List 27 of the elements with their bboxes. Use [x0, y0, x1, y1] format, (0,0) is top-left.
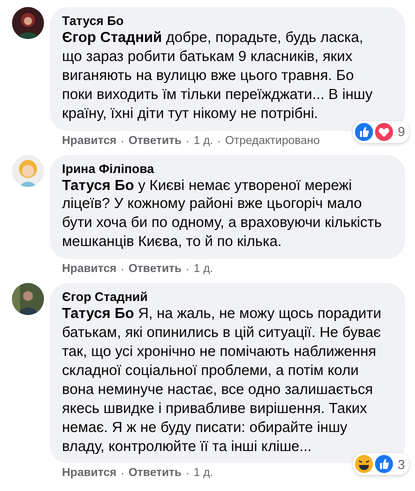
author-name[interactable]: Татуся Бо — [62, 13, 387, 29]
author-name[interactable]: Ірина Філіпова — [62, 160, 387, 177]
reaction-count: 9 — [398, 124, 405, 140]
action-link[interactable]: Ответить — [128, 466, 182, 482]
action-link[interactable]: Ответить — [128, 262, 182, 278]
timestamp[interactable]: 1 д. — [194, 262, 214, 278]
timestamp[interactable]: 1 д. — [194, 466, 214, 482]
avatar[interactable] — [12, 283, 44, 316]
action-link[interactable]: Нравится — [62, 134, 116, 149]
author-name[interactable]: Єгор Стадний — [62, 289, 387, 306]
timestamp[interactable]: 1 д. — [194, 134, 214, 149]
action-link[interactable]: Ответить — [128, 134, 182, 149]
action-link[interactable]: Нравится — [62, 262, 116, 278]
separator-dot: · — [120, 262, 124, 278]
separator-dot: · — [217, 134, 222, 149]
reactions-badge[interactable]: 3 — [352, 453, 409, 476]
separator-dot: · — [120, 466, 124, 482]
separator-dot: · — [186, 466, 190, 482]
avatar[interactable] — [12, 7, 44, 39]
reaction-count: 3 — [398, 456, 405, 472]
action-link[interactable]: Нравится — [62, 466, 116, 482]
reactions-badge[interactable]: 9 — [352, 120, 409, 143]
separator-dot: · — [186, 134, 190, 149]
comment-text: Татуся Бо у Києві немає утвореної мережі ліцеїв? У кожному районі вже цьогоріч мало бути хоча би по одному, а враховуючи кількість мешканців Києва, то й по кілька. — [62, 176, 383, 252]
separator-dot: · — [120, 134, 124, 149]
edited-label: Отредактировано — [225, 134, 320, 149]
separator-dot: · — [186, 262, 190, 278]
